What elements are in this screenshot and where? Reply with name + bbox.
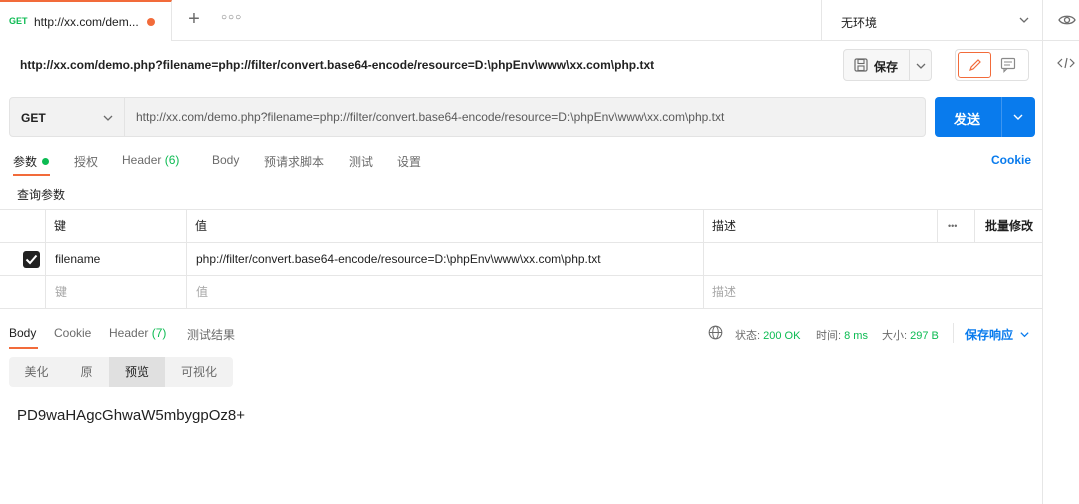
chevron-down-icon [103, 115, 113, 121]
tab-body[interactable]: Body [212, 153, 239, 167]
tab-params-underline [13, 174, 50, 176]
request-tab[interactable]: GET http://xx.com/dem... [0, 0, 172, 41]
new-key-input[interactable]: 键 [55, 276, 67, 309]
mode-visualize[interactable]: 可视化 [165, 357, 233, 387]
tab-prerequest[interactable]: 预请求脚本 [264, 153, 324, 170]
column-divider [974, 210, 975, 243]
eye-icon[interactable] [1058, 12, 1076, 28]
tab-params[interactable]: 参数 [13, 153, 50, 170]
chevron-down-icon [1019, 17, 1029, 23]
edit-mode-button[interactable] [958, 52, 991, 78]
url-input[interactable]: http://xx.com/demo.php?filename=php://fi… [125, 97, 926, 137]
checkmark-icon [25, 254, 38, 265]
status-info: 状态: 200 OK [735, 327, 800, 343]
time-value: 8 ms [844, 330, 868, 342]
send-divider [1001, 97, 1002, 137]
more-tabs-icon[interactable]: ○○○ [221, 12, 242, 23]
unsaved-dot-icon [147, 18, 155, 26]
environment-selector[interactable]: 无环境 [821, 0, 1043, 41]
size-label: 大小: [882, 330, 908, 342]
col-key: 键 [54, 219, 67, 233]
chevron-down-icon[interactable] [915, 60, 927, 72]
status-value: 200 OK [763, 330, 801, 342]
response-body-content: PD9waHAgcGhwaW5mbygpOz8+ [17, 407, 246, 424]
params-table: 键 值 描述 ••• 批量修改 filename php://filter/co… [0, 209, 1042, 309]
response-header-count: (7) [151, 326, 167, 340]
chevron-down-icon [1020, 332, 1029, 338]
response-header-label: Header [109, 326, 149, 340]
tab-bar: GET http://xx.com/dem... + ○○○ 无环境 [0, 0, 1079, 41]
pencil-icon [969, 59, 981, 71]
response-tab-underline [9, 347, 38, 349]
tab-header[interactable]: Header (6) [122, 153, 179, 167]
response-tab-tests[interactable]: 测试结果 [187, 326, 235, 343]
side-divider [1042, 41, 1043, 504]
mode-pretty[interactable]: 美化 [9, 357, 64, 387]
table-header-row: 键 值 描述 ••• 批量修改 [0, 210, 1042, 243]
tab-params-label: 参数 [13, 155, 38, 169]
send-label: 发送 [954, 112, 981, 127]
param-value[interactable]: php://filter/convert.base64-encode/resou… [196, 243, 601, 276]
query-params-title: 查询参数 [17, 188, 66, 202]
chevron-down-icon[interactable] [1012, 111, 1024, 123]
save-icon [854, 58, 868, 72]
param-checkbox[interactable] [23, 251, 40, 268]
mode-raw[interactable]: 原 [64, 357, 109, 387]
status-divider [953, 323, 954, 343]
globe-icon[interactable] [708, 325, 723, 340]
environment-label: 无环境 [841, 16, 878, 30]
response-tab-body[interactable]: Body [9, 326, 36, 340]
comment-icon[interactable] [1000, 57, 1016, 73]
save-response-label: 保存响应 [965, 328, 1014, 342]
cookie-link[interactable]: Cookie [991, 153, 1031, 167]
tab-auth[interactable]: 授权 [74, 153, 98, 170]
status-label: 状态: [735, 330, 761, 342]
tab-header-count: (6) [164, 153, 180, 167]
new-tab-plus-icon[interactable]: + [186, 9, 202, 29]
col-value: 值 [195, 219, 208, 233]
save-label: 保存 [874, 60, 899, 74]
column-divider [186, 210, 187, 309]
tab-tests[interactable]: 测试 [349, 153, 373, 170]
new-value-input[interactable]: 值 [196, 276, 208, 309]
size-value: 297 B [910, 330, 939, 342]
tab-header-label: Header [122, 153, 162, 167]
request-name[interactable]: http://xx.com/demo.php?filename=php://fi… [20, 58, 654, 72]
new-desc-input[interactable]: 描述 [712, 276, 736, 309]
column-divider [703, 210, 704, 309]
tab-title: http://xx.com/dem... [34, 15, 139, 29]
send-button[interactable]: 发送 [935, 97, 1035, 137]
save-divider [909, 50, 910, 80]
mode-preview[interactable]: 预览 [109, 357, 165, 387]
method-value: GET [21, 111, 46, 125]
save-button[interactable]: 保存 [843, 49, 932, 81]
tab-settings[interactable]: 设置 [397, 153, 421, 170]
column-options-icon[interactable]: ••• [948, 210, 957, 243]
method-select[interactable]: GET [9, 97, 125, 137]
tab-method: GET [9, 16, 28, 26]
save-response-button[interactable]: 保存响应 [965, 326, 1030, 343]
size-info: 大小: 297 B [882, 327, 939, 343]
table-row-empty: 键 值 描述 [0, 276, 1042, 309]
response-tab-header[interactable]: Header (7) [109, 326, 166, 340]
bulk-edit-button[interactable]: 批量修改 [985, 210, 1033, 243]
table-row: filename php://filter/convert.base64-enc… [0, 243, 1042, 276]
time-info: 时间: 8 ms [816, 327, 868, 343]
col-desc: 描述 [712, 219, 737, 233]
response-view-modes: 美化 原 预览 可视化 [9, 357, 233, 387]
column-divider [45, 210, 46, 309]
column-divider [937, 210, 938, 243]
code-icon[interactable] [1057, 56, 1075, 70]
view-mode-toggle [955, 49, 1029, 81]
response-tab-cookie[interactable]: Cookie [54, 326, 91, 340]
time-label: 时间: [816, 330, 842, 342]
active-dot-icon [42, 158, 50, 165]
param-key[interactable]: filename [55, 243, 100, 276]
